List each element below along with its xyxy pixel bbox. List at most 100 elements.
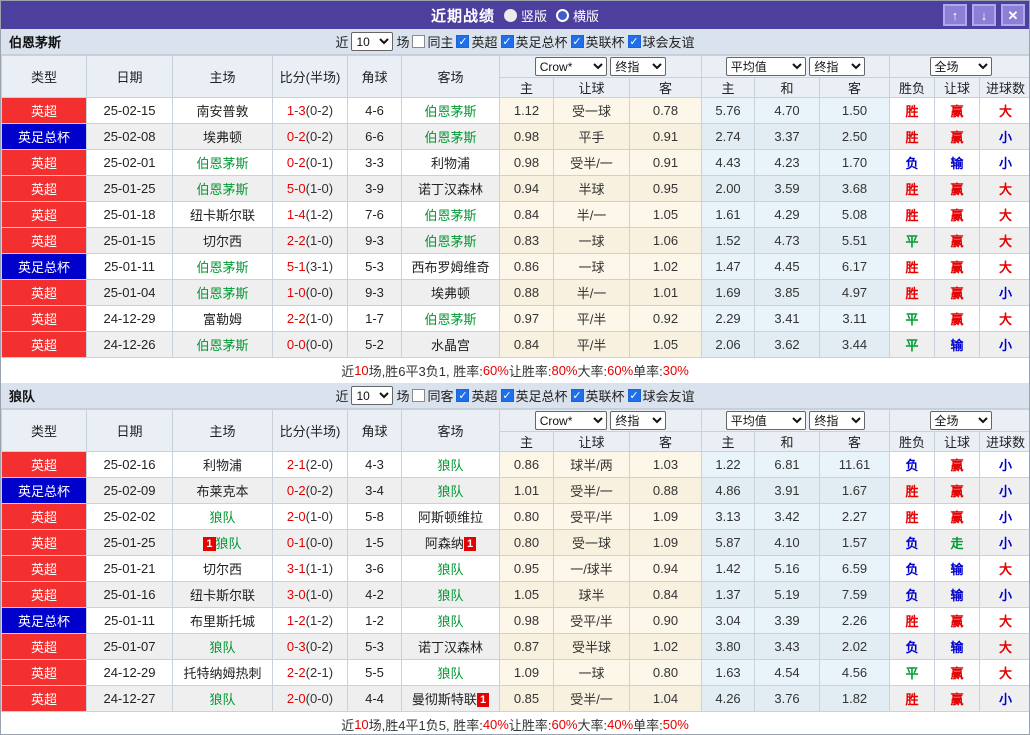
- league-checkbox-0[interactable]: ✓ 英超: [456, 386, 498, 405]
- crow-final-select[interactable]: 终指: [610, 57, 667, 76]
- result-cell: 负: [889, 149, 936, 176]
- column-header: 客场: [401, 55, 500, 98]
- league-checkbox-0[interactable]: ✓ 英超: [456, 32, 498, 51]
- window-controls: ↑ ↓ ✕: [943, 4, 1025, 26]
- match-row: 英超 25-01-15 切尔西 2-2(1-0) 9-3 伯恩茅斯 0.83 一球 1.06 1.…: [1, 227, 1029, 254]
- corners-cell: 3-3: [347, 149, 402, 176]
- match-count-select[interactable]: 10: [351, 386, 394, 405]
- score-cell: 0-1(0-0): [272, 529, 348, 556]
- avg-final-select[interactable]: 终指: [809, 411, 866, 430]
- result-cell: 大: [979, 97, 1029, 124]
- result-cell: 赢: [934, 607, 981, 634]
- crow-odds-cell: 0.78: [628, 97, 703, 124]
- sub-column-header: 进球数: [979, 431, 1029, 452]
- average-select[interactable]: 平均值: [725, 57, 806, 76]
- result-cell: 赢: [934, 451, 981, 478]
- match-count-select[interactable]: 10: [351, 32, 394, 51]
- summary-segment: 场,胜4平1负5, 胜率:: [368, 718, 483, 733]
- horizontal-layout-option[interactable]: 横版: [556, 6, 599, 25]
- result-cell: 小: [979, 149, 1029, 176]
- league-checkbox-2[interactable]: ✓ 英联杯: [570, 386, 625, 405]
- crow-odds-cell: 平手: [553, 123, 630, 150]
- result-cell: 小: [979, 529, 1029, 556]
- league-checkbox-1[interactable]: ✓ 英足总杯: [500, 386, 568, 405]
- average-odds-cell: 3.42: [754, 503, 821, 530]
- corners-cell: 5-2: [347, 331, 402, 358]
- league-checkbox-3[interactable]: ✓ 球会友谊: [627, 32, 695, 51]
- match-row: 英超 25-01-21 切尔西 3-1(1-1) 3-6 狼队 0.95 一/球半 0.94 1.…: [1, 555, 1029, 582]
- same-side-checkbox[interactable]: 同主: [412, 32, 453, 51]
- move-down-button[interactable]: ↓: [972, 4, 996, 26]
- checkbox-icon[interactable]: ✓: [456, 389, 470, 402]
- league-checkbox-3[interactable]: ✓ 球会友谊: [627, 386, 695, 405]
- match-row: 英超 24-12-29 托特纳姆热刺 2-2(2-1) 5-5 狼队 1.09 一球 0.80 1…: [1, 659, 1029, 686]
- checkbox-icon[interactable]: ✓: [456, 35, 470, 48]
- home-team: 纽卡斯尔联: [172, 581, 273, 608]
- summary-segment: 60%: [607, 363, 634, 378]
- checkbox-icon[interactable]: ✓: [627, 389, 641, 402]
- result-cell: 赢: [934, 201, 981, 228]
- average-odds-cell: 2.74: [701, 123, 756, 150]
- crow-odds-cell: 0.92: [628, 305, 703, 332]
- team-name: 伯恩茅斯: [9, 35, 62, 50]
- crow-odds-cell: 1.09: [499, 659, 554, 686]
- crow-odds-cell: 0.86: [499, 451, 554, 478]
- match-date: 25-01-11: [86, 253, 173, 280]
- bookmaker-select[interactable]: Crow*: [534, 411, 607, 430]
- checkbox-icon[interactable]: ✓: [500, 389, 514, 402]
- crow-odds-cell: 受平/半: [553, 607, 630, 634]
- away-team: 埃弗顿: [401, 279, 500, 306]
- checkbox-label: 球会友谊: [642, 389, 695, 404]
- period-select[interactable]: 全场: [929, 411, 992, 430]
- column-header: 类型: [1, 409, 87, 452]
- team-name: 狼队: [9, 389, 36, 404]
- column-header: 比分(半场): [272, 55, 348, 98]
- sub-column-header: 主: [701, 431, 756, 452]
- crow-final-select[interactable]: 终指: [610, 411, 667, 430]
- checkbox-icon[interactable]: ✓: [500, 35, 514, 48]
- match-row: 英超 25-02-15 南安普敦 1-3(0-2) 4-6 伯恩茅斯 1.12 受一球 0.78…: [1, 97, 1029, 124]
- summary-segment: 单率:: [633, 364, 663, 379]
- average-odds-cell: 4.29: [754, 201, 821, 228]
- close-button[interactable]: ✕: [1001, 4, 1025, 26]
- league-checkbox-1[interactable]: ✓ 英足总杯: [500, 32, 568, 51]
- home-team: 伯恩茅斯: [172, 175, 273, 202]
- sub-column-header: 主: [499, 431, 554, 452]
- radio-selected-icon[interactable]: [503, 8, 517, 22]
- checkbox-icon[interactable]: ✓: [570, 389, 584, 402]
- away-team: 水晶宫: [401, 331, 500, 358]
- crow-odds-cell: 1.03: [628, 451, 703, 478]
- bookmaker-select[interactable]: Crow*: [534, 57, 607, 76]
- result-cell: 大: [979, 253, 1029, 280]
- average-odds-cell: 3.76: [754, 685, 821, 712]
- average-odds-cell: 4.70: [754, 97, 821, 124]
- crow-odds-cell: 1.09: [628, 529, 703, 556]
- sub-column-header: 让球: [934, 77, 981, 98]
- home-team: 南安普敦: [172, 97, 273, 124]
- match-date: 25-01-25: [86, 529, 173, 556]
- avg-final-select[interactable]: 终指: [809, 57, 866, 76]
- match-row: 英足总杯 25-02-08 埃弗顿 0-2(0-2) 6-6 伯恩茅斯 0.98 平手 0.91…: [1, 123, 1029, 150]
- average-odds-cell: 3.37: [754, 123, 821, 150]
- radio-unselected-icon[interactable]: [556, 8, 569, 22]
- column-header: 主场: [172, 55, 273, 98]
- checkbox-icon[interactable]: [412, 389, 426, 402]
- match-row: 英超 25-02-16 利物浦 2-1(2-0) 4-3 狼队 0.86 球半/两 1.03 1.…: [1, 451, 1029, 478]
- period-select[interactable]: 全场: [929, 57, 992, 76]
- average-select[interactable]: 平均值: [725, 411, 806, 430]
- corners-cell: 5-8: [347, 503, 402, 530]
- checkbox-icon[interactable]: [412, 35, 426, 48]
- section-header: 狼队近 10 场同客 ✓ 英超 ✓ 英足总杯 ✓ 英联杯 ✓ 球会友谊: [1, 383, 1029, 409]
- vertical-layout-option[interactable]: 竖版: [503, 6, 547, 25]
- move-up-button[interactable]: ↑: [943, 4, 967, 26]
- crow-odds-cell: 受半球: [553, 633, 630, 660]
- average-odds-cell: 3.44: [819, 331, 891, 358]
- corners-cell: 3-4: [347, 477, 402, 504]
- same-side-checkbox[interactable]: 同客: [412, 386, 453, 405]
- checkbox-icon[interactable]: ✓: [570, 35, 584, 48]
- summary-segment: 50%: [662, 717, 689, 732]
- away-team: 狼队: [401, 607, 500, 634]
- average-odds-cell: 3.91: [754, 477, 821, 504]
- league-checkbox-2[interactable]: ✓ 英联杯: [570, 32, 625, 51]
- checkbox-icon[interactable]: ✓: [627, 35, 641, 48]
